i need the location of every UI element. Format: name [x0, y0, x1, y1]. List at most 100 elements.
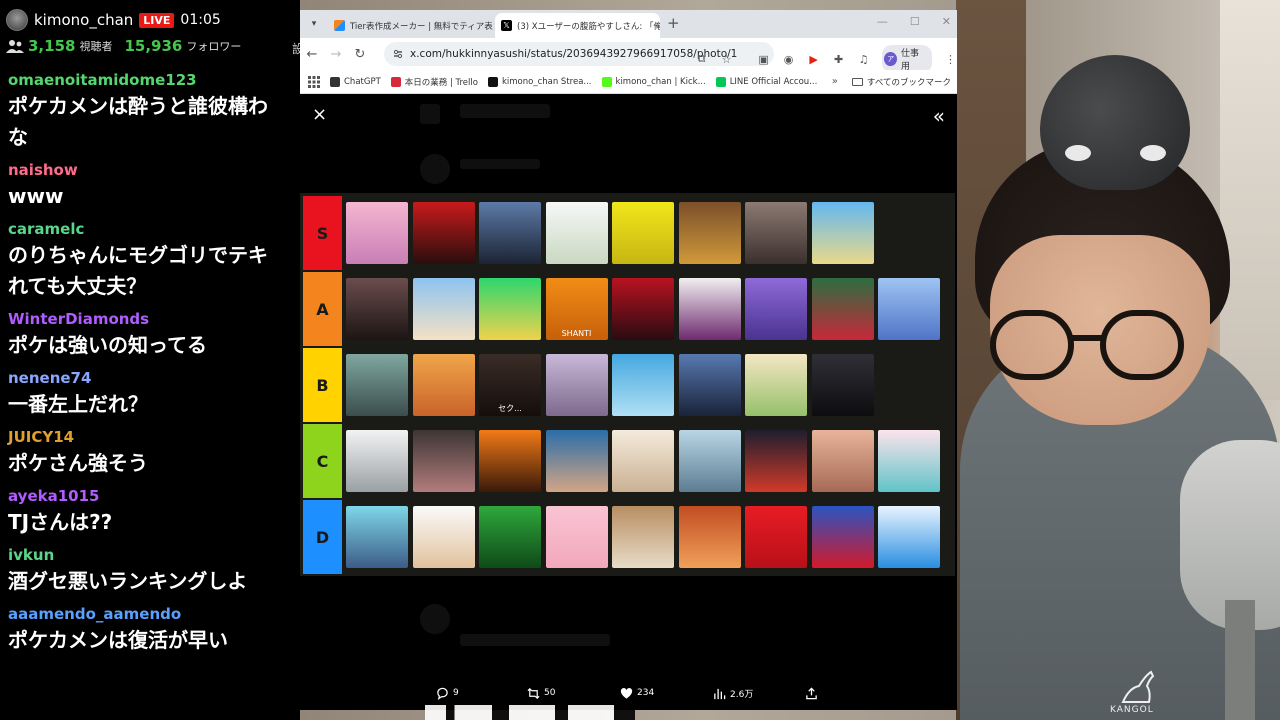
tab-tier-maker[interactable]: Tier表作成メーカー | 無料でティア表 ✕ — [328, 13, 493, 38]
post-actions: 9 50 234 2.6万 — [300, 682, 957, 704]
chat-message: WinterDiamonds ポケは強いの知ってる — [8, 309, 300, 361]
more-bookmarks-icon[interactable]: » — [832, 76, 838, 87]
glasses-bridge — [1070, 335, 1104, 341]
maximize-icon[interactable]: ☐ — [910, 15, 920, 28]
profile-button[interactable]: ア 仕事用 — [882, 45, 932, 73]
tab-search-button[interactable]: ▾ — [305, 15, 323, 33]
bookmark-star-icon[interactable]: ☆ — [720, 52, 733, 66]
repost-icon — [527, 687, 540, 699]
chat-text: ポケカメンは酔うと誰彼構わ — [8, 94, 268, 118]
profile-avatar: ア — [884, 52, 898, 66]
tier-avatar-image — [545, 506, 608, 568]
tier-row-b: B セク... — [303, 348, 955, 422]
extension-2-icon[interactable]: ◉ — [782, 52, 795, 66]
stream-uptime: 01:05 — [180, 12, 221, 28]
minimize-icon[interactable]: — — [877, 15, 888, 28]
bookmark-label: kimono_chan | Kick... — [615, 76, 706, 87]
menu-kebab-icon[interactable]: ⋮ — [944, 52, 957, 66]
tier-avatar-image — [346, 278, 408, 340]
chat-message: caramelc のりちゃんにモグゴリでテキ れても大丈夫？ — [8, 219, 300, 302]
tier-avatar-image — [745, 506, 807, 568]
site-info-icon[interactable] — [392, 48, 404, 60]
tier-avatar-image — [479, 202, 541, 264]
chat-username[interactable]: omaenoitamidome123 — [8, 70, 300, 91]
new-tab-button[interactable]: + — [667, 14, 680, 32]
tier-avatar-image — [678, 506, 741, 568]
channel-avatar — [6, 9, 28, 31]
bookmark-favicon-icon — [390, 76, 401, 87]
bookmark-favicon-icon — [330, 76, 340, 87]
tier-avatar-image — [745, 354, 807, 416]
follower-count-label: フォロワー — [186, 40, 242, 53]
views-button[interactable]: 2.6万 — [713, 687, 753, 700]
bookmarks-bar: ChatGPT 本日の業務 | Trello kimono_chan Strea..… — [300, 70, 957, 94]
chat-username[interactable]: ayeka1015 — [8, 486, 300, 507]
bookmark-item[interactable]: ChatGPT — [330, 76, 381, 88]
bookmark-item[interactable]: 本日の業務 | Trello — [390, 76, 478, 88]
chat-message: ayeka1015 TJさんは?? — [8, 486, 300, 538]
tier-avatar-image — [479, 278, 541, 340]
stream-chat: kimono_chan LIVE 01:05 3,158 視聴者 15,936 … — [0, 0, 300, 720]
tier-avatar-image — [612, 202, 674, 264]
bookmark-favicon-icon — [601, 76, 612, 87]
tier-maker-favicon-icon — [334, 20, 345, 31]
like-count: 234 — [637, 688, 655, 698]
glasses-left — [990, 310, 1074, 380]
media-icon[interactable]: ♫ — [857, 52, 870, 66]
tier-avatar-image — [678, 354, 741, 416]
collapse-panel-button[interactable]: « — [933, 104, 945, 128]
all-bookmarks-label: すべてのブックマーク — [866, 77, 951, 88]
avatar-caption: セク... — [498, 404, 522, 413]
heart-icon — [620, 687, 633, 699]
bookmark-favicon-icon — [715, 76, 726, 87]
extensions-puzzle-icon[interactable]: ✚ — [832, 52, 845, 66]
chat-username[interactable]: naishow — [8, 160, 300, 181]
bookmark-item[interactable]: kimono_chan | Kick... — [601, 76, 706, 88]
youtube-extension-icon[interactable]: ▶ — [807, 52, 820, 66]
chat-username[interactable]: ivkun — [8, 545, 300, 566]
felt-hat-eye — [1140, 145, 1166, 161]
tier-avatar-image — [678, 278, 741, 340]
forward-arrow-icon[interactable]: → — [324, 47, 348, 62]
bookmark-label: LINE Official Accou... — [729, 76, 818, 87]
extension-1-icon[interactable]: ▣ — [757, 52, 770, 66]
chat-username[interactable]: WinterDiamonds — [8, 309, 300, 330]
reply-count: 9 — [453, 688, 459, 698]
close-viewer-button[interactable]: × — [312, 104, 327, 125]
bookmark-item[interactable]: kimono_chan Strea... — [487, 76, 592, 88]
photo-viewer: × « S A SHANTI B セク... C D 9 50 234 2.6万 — [300, 94, 957, 710]
share-button[interactable] — [805, 686, 818, 700]
reload-icon[interactable]: ↻ — [348, 47, 372, 62]
tier-row-s: S — [303, 196, 955, 270]
chat-username[interactable]: aaamendo_aamendo — [8, 604, 300, 625]
window-controls: — ☐ ✕ — [877, 15, 951, 28]
repost-button[interactable]: 50 — [527, 687, 555, 700]
chat-username[interactable]: JUICY14 — [8, 427, 300, 448]
close-window-icon[interactable]: ✕ — [942, 15, 951, 28]
chat-username[interactable]: caramelc — [8, 219, 300, 240]
views-chart-icon — [714, 688, 726, 699]
reply-button[interactable]: 9 — [436, 687, 459, 700]
folder-icon — [851, 77, 863, 86]
chat-text: ポケカメンは復活が早い — [8, 628, 228, 652]
chat-message: aaamendo_aamendo ポケカメンは復活が早い — [8, 604, 300, 656]
tier-row-c: C — [303, 424, 955, 498]
tier-avatar-image — [745, 430, 807, 492]
chat-text: のりちゃんにモグゴリでテキ — [8, 243, 268, 267]
browser-toolbar: ← → ↻ x.com/hukkinnyasushi/status/203694… — [300, 38, 957, 73]
toolbar-actions: ⧉ ☆ ▣ ◉ ▶ ✚ ♫ ア 仕事用 ⋮ — [695, 45, 957, 73]
tier-avatar-image — [545, 430, 608, 492]
all-bookmarks-folder[interactable]: すべてのブックマーク — [851, 76, 951, 88]
bookmark-item[interactable]: LINE Official Accou... — [715, 76, 818, 88]
chat-message: JUICY14 ポケさん強そう — [8, 427, 300, 479]
bookmark-label: 本日の業務 | Trello — [404, 77, 478, 88]
tab-x-post[interactable]: 𝕏 (3) Xユーザーの腹筋やすしさん: 「俺 ✕ — [495, 13, 660, 38]
install-app-icon[interactable]: ⧉ — [695, 52, 708, 66]
apps-grid-icon[interactable] — [308, 75, 320, 88]
tier-avatar-image — [745, 278, 807, 340]
back-arrow-icon[interactable]: ← — [300, 47, 324, 62]
chat-text: www — [8, 184, 64, 208]
tier-list-image: S A SHANTI B セク... C D — [300, 193, 955, 576]
like-button[interactable]: 234 — [620, 687, 654, 700]
chat-username[interactable]: nenene74 — [8, 368, 300, 389]
